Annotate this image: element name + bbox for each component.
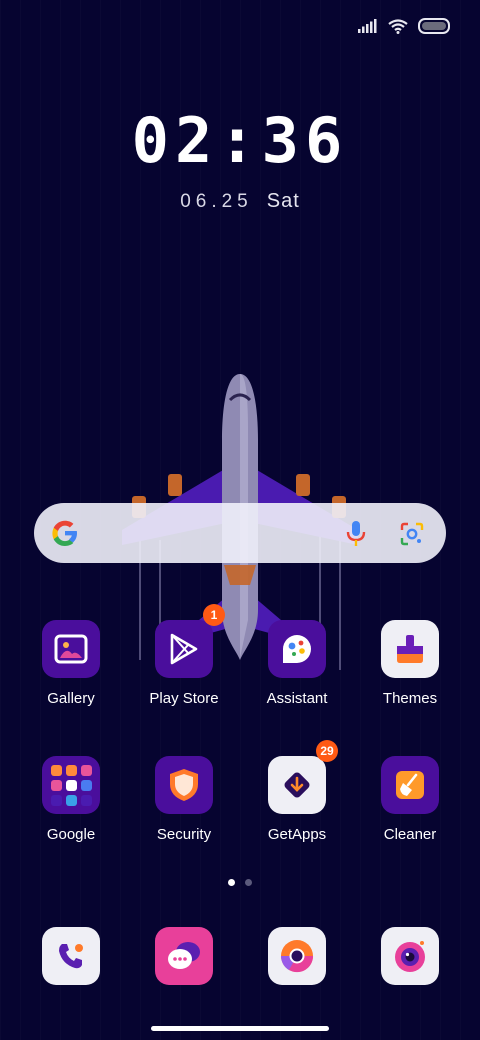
app-label: Security xyxy=(156,826,212,843)
date-text: 06.25 xyxy=(180,191,253,212)
app-label: Cleaner xyxy=(383,826,437,843)
app-getapps[interactable]: 29 GetApps xyxy=(242,740,352,843)
clock-time[interactable]: 02:36 xyxy=(0,104,480,177)
themes-icon xyxy=(381,620,439,678)
app-play-store[interactable]: 1 Play Store xyxy=(129,604,239,707)
getapps-icon: 29 xyxy=(268,740,338,814)
microphone-icon[interactable] xyxy=(346,520,366,548)
notification-badge: 29 xyxy=(316,740,338,762)
status-bar xyxy=(358,18,450,34)
app-label: Themes xyxy=(382,690,438,707)
cleaner-broom-icon xyxy=(381,756,439,814)
dock-messages[interactable] xyxy=(129,927,239,985)
camera-icon xyxy=(381,927,439,985)
clock-date: 06.25 Sat xyxy=(0,190,480,213)
google-search-bar[interactable] xyxy=(34,503,446,563)
page-indicator[interactable] xyxy=(228,879,252,886)
dock-phone[interactable] xyxy=(16,927,126,985)
dock-camera[interactable] xyxy=(355,927,465,985)
messages-icon xyxy=(155,927,213,985)
phone-icon xyxy=(42,927,100,985)
notification-badge: 1 xyxy=(203,604,225,626)
home-indicator[interactable] xyxy=(151,1026,329,1031)
gallery-icon xyxy=(42,620,100,678)
app-label: Google xyxy=(46,826,96,843)
app-cleaner[interactable]: Cleaner xyxy=(355,756,465,843)
chrome-icon xyxy=(268,927,326,985)
play-store-icon: 1 xyxy=(155,604,225,678)
app-gallery[interactable]: Gallery xyxy=(16,620,126,707)
google-folder-icon xyxy=(42,756,100,814)
dock-chrome[interactable] xyxy=(242,927,352,985)
weekday-text: Sat xyxy=(266,190,300,212)
wifi-icon xyxy=(388,18,408,34)
app-themes[interactable]: Themes xyxy=(355,620,465,707)
google-g-icon xyxy=(52,520,77,546)
assistant-icon xyxy=(268,620,326,678)
app-label: Gallery xyxy=(47,690,95,707)
page-dot-active xyxy=(228,879,235,886)
app-label: Assistant xyxy=(266,690,328,707)
security-shield-icon xyxy=(155,756,213,814)
signal-bars-icon xyxy=(358,19,377,33)
app-folder-google[interactable]: Google xyxy=(16,756,126,843)
app-label: GetApps xyxy=(267,826,327,843)
app-label: Play Store xyxy=(149,690,219,707)
battery-icon xyxy=(418,18,450,34)
app-security[interactable]: Security xyxy=(129,756,239,843)
page-dot xyxy=(245,879,252,886)
app-assistant[interactable]: Assistant xyxy=(242,620,352,707)
google-lens-icon[interactable] xyxy=(400,522,424,546)
